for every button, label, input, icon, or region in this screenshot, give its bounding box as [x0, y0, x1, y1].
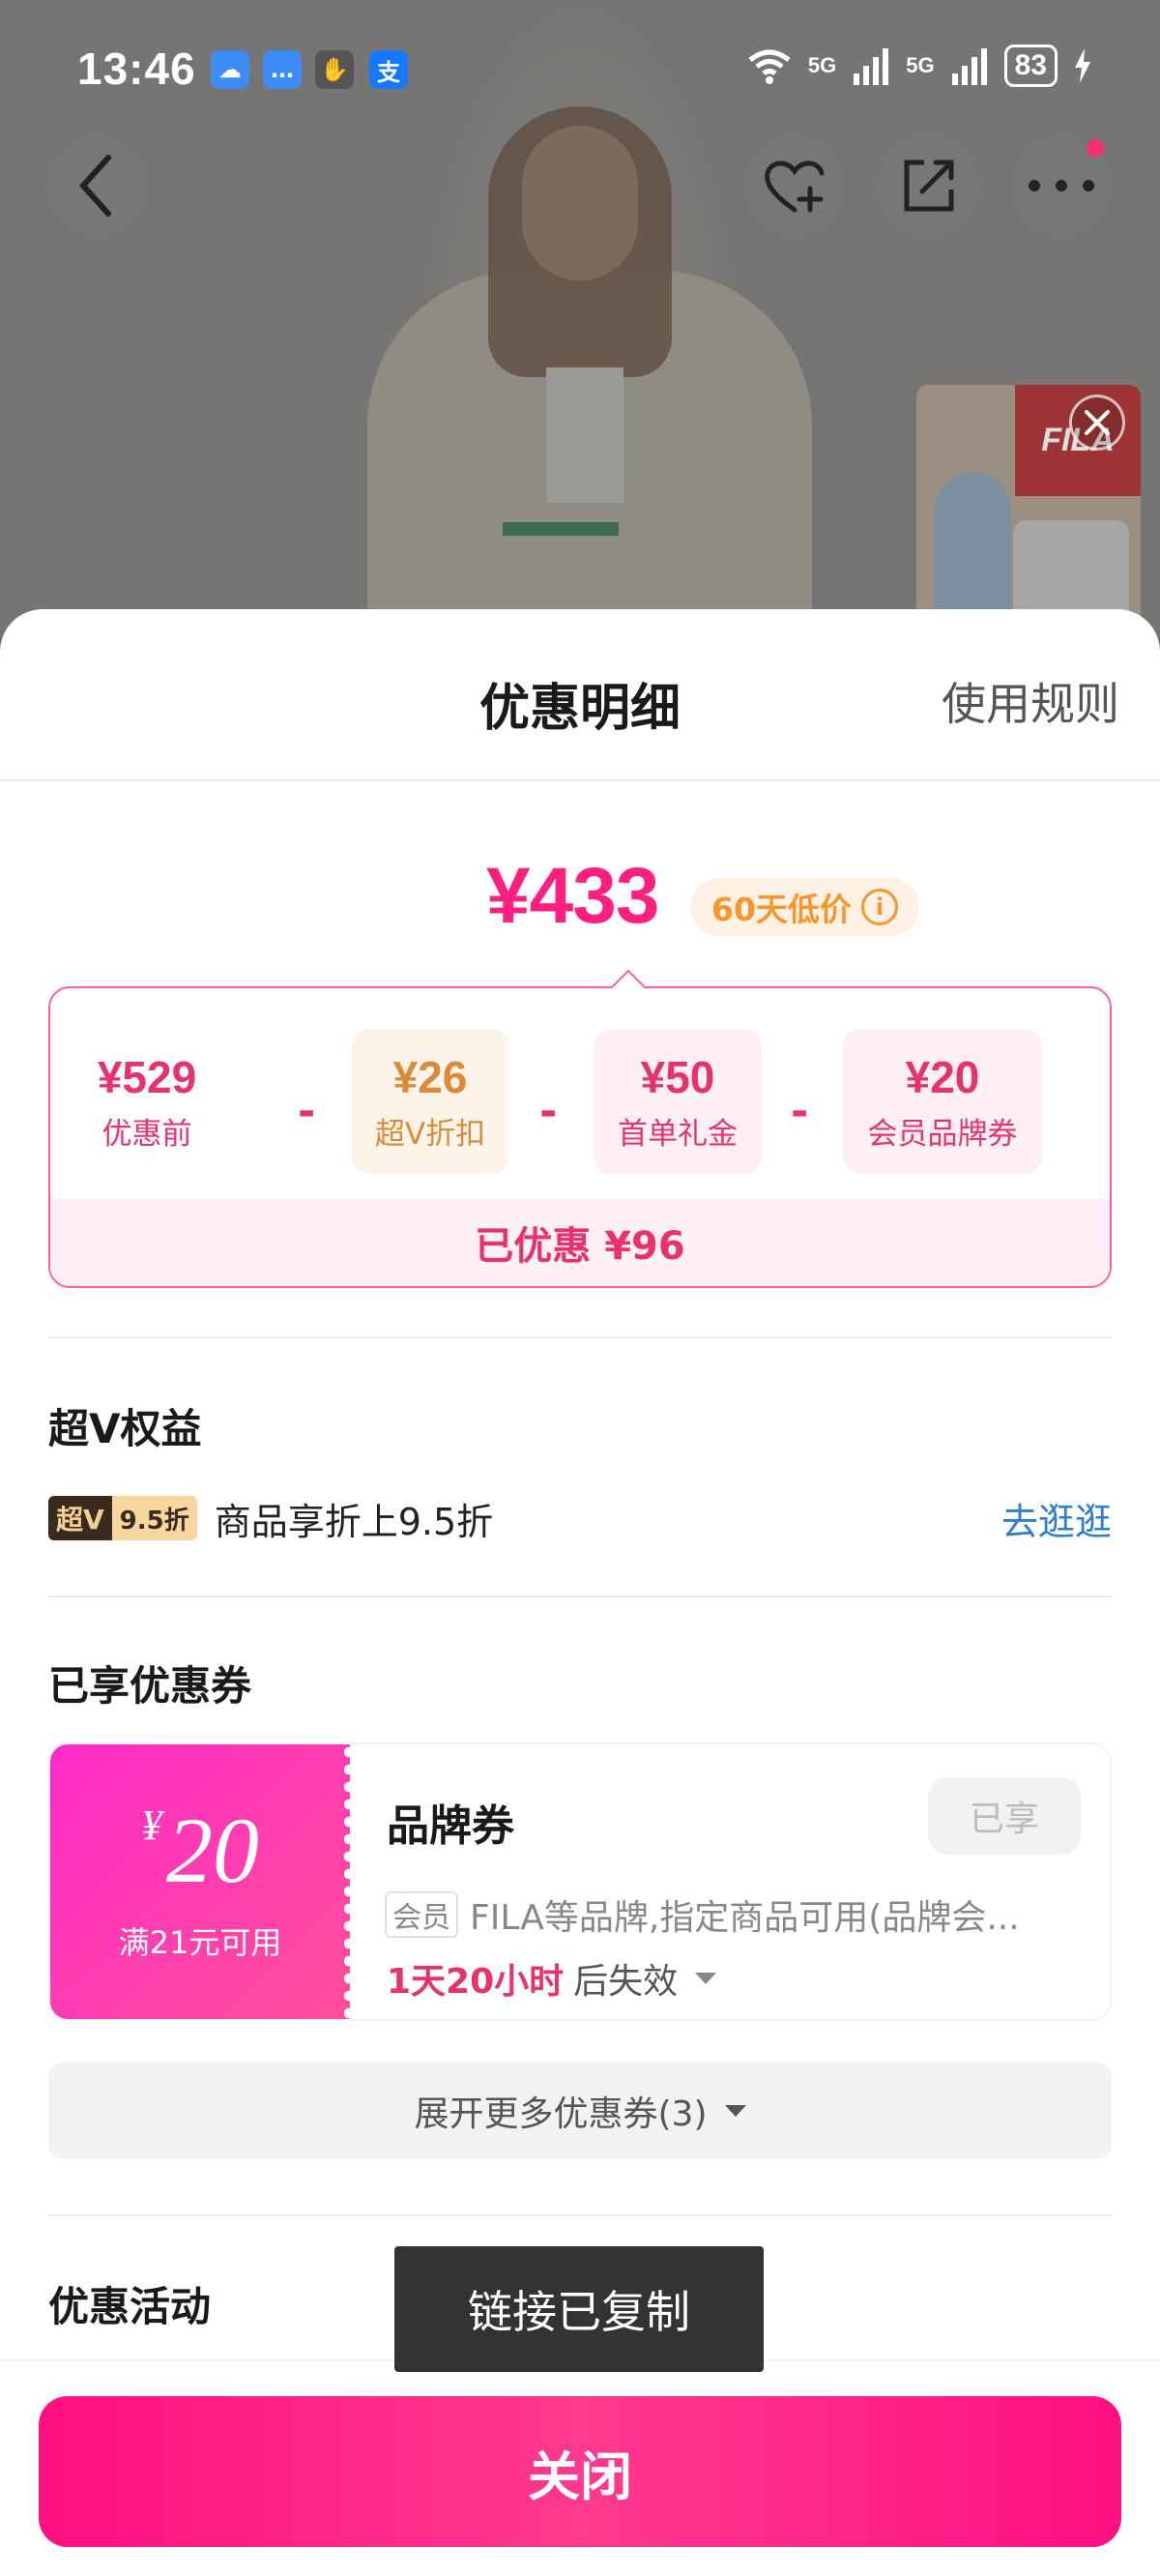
activities-section-title: 优惠活动: [48, 2283, 212, 2330]
superv-badge-discount: 9.5折: [111, 1496, 197, 1540]
link-copied-toast: 链接已复制: [394, 2246, 764, 2372]
coupon-description-row: 会员 FILA等品牌,指定商品可用(品牌会...: [385, 1889, 1090, 1940]
close-button[interactable]: 关闭: [39, 2396, 1121, 2547]
more-dots-icon: [1029, 180, 1094, 191]
section-divider: [48, 1595, 1112, 1597]
minus-sign: -: [539, 1087, 558, 1136]
coupon-value-panel: ¥20 满21元可用: [50, 1744, 354, 2019]
breakdown-value: ¥50: [640, 1051, 715, 1102]
coupon-amount-value: 20: [166, 1799, 259, 1902]
model-belt: [503, 522, 619, 536]
minus-sign: -: [791, 1087, 809, 1136]
section-divider: [48, 2214, 1112, 2216]
info-icon: i: [860, 889, 898, 925]
superv-badge: 超V 9.5折: [48, 1496, 197, 1540]
notification-dot: [1087, 139, 1104, 157]
promo-card[interactable]: FILA: [916, 385, 1141, 638]
low-price-badge[interactable]: 60天低价 i: [690, 878, 919, 936]
promo-close-button[interactable]: [1069, 395, 1125, 451]
battery-level: 83: [1003, 44, 1058, 87]
back-button[interactable]: [46, 135, 147, 236]
superv-badge-label: 超V: [48, 1496, 112, 1540]
hand-app-icon: ✋: [315, 50, 354, 89]
more-button[interactable]: [1011, 135, 1112, 236]
expand-more-coupons-button[interactable]: 展开更多优惠券(3): [48, 2063, 1112, 2159]
favorite-button[interactable]: [744, 135, 845, 236]
sheet-header: 优惠明细 使用规则: [0, 609, 1160, 781]
status-right: 5G 5G 83: [746, 44, 1092, 87]
heart-plus-icon: [765, 161, 825, 213]
coupon-title: 品牌券: [387, 1801, 514, 1851]
chevron-down-icon: [695, 1973, 717, 1984]
signal-1-label: 5G: [807, 53, 837, 77]
breakdown-label: 优惠前: [102, 1116, 192, 1152]
breakdown-label: 超V折扣: [374, 1116, 486, 1152]
price-breakdown: ¥529 优惠前 - ¥26 超V折扣 - ¥50 首单礼金 - ¥20 会员品…: [48, 969, 1114, 1288]
breakdown-label: 首单礼金: [618, 1116, 738, 1152]
share-icon: [904, 160, 954, 212]
model-head: [522, 126, 638, 280]
signal-bars-icon: [854, 48, 889, 85]
cloud-app-icon: ☁: [211, 50, 249, 89]
wifi-icon: [748, 49, 791, 84]
superv-browse-link[interactable]: 去逛逛: [1001, 1492, 1112, 1545]
breakdown-item-original: ¥529 优惠前: [77, 1029, 217, 1174]
breakdown-label: 会员品牌券: [867, 1116, 1018, 1152]
coupon-currency: ¥: [141, 1801, 162, 1849]
section-divider: [48, 1336, 1112, 1338]
expand-more-label: 展开更多优惠券(3): [414, 2094, 708, 2134]
superv-section-title: 超V权益: [48, 1405, 202, 1452]
minus-sign: -: [298, 1087, 316, 1136]
breakdown-pointer: [610, 969, 647, 1006]
chevron-down-icon: [724, 2105, 746, 2117]
coupon-amount: ¥20: [141, 1804, 259, 1897]
product-page-backdrop: 13:46 ☁ … ✋ 支 5G 5G 83 FILA: [0, 0, 1160, 638]
rules-link[interactable]: 使用规则: [942, 669, 1119, 733]
model-top: [546, 367, 624, 503]
coupons-section-title: 已享优惠券: [48, 1662, 252, 1710]
total-saved: 已优惠 ¥96: [50, 1199, 1110, 1286]
signal-2-label: 5G: [906, 53, 935, 77]
coupon-expiry-suffix: 后失效: [573, 1962, 679, 2002]
status-bar: 13:46 ☁ … ✋ 支 5G 5G 83: [0, 0, 1160, 139]
low-price-label: 60天低价: [711, 891, 852, 928]
superv-benefit-row: 超V 9.5折 商品享折上9.5折 去逛逛: [48, 1489, 1112, 1547]
status-time: 13:46: [77, 44, 196, 94]
coupon-expiry-time: 1天20小时: [387, 1962, 565, 2002]
final-price: ¥433: [486, 852, 659, 940]
coupon-applied-badge: 已享: [928, 1777, 1081, 1855]
breakdown-value: ¥529: [97, 1051, 197, 1102]
coupon-description: FILA等品牌,指定商品可用(品牌会...: [470, 1898, 1020, 1938]
close-icon: [1085, 410, 1110, 435]
breakdown-value: ¥20: [905, 1051, 980, 1102]
brand-coupon-card[interactable]: ¥20 满21元可用 品牌券 已享 会员 FILA等品牌,指定商品可用(品牌会.…: [48, 1742, 1112, 2021]
message-app-icon: …: [263, 50, 302, 89]
breakdown-item-brand-coupon: ¥20 会员品牌券: [843, 1029, 1042, 1174]
member-tag: 会员: [385, 1891, 458, 1938]
sheet-footer: 关闭: [0, 2359, 1160, 2576]
breakdown-item-first-order: ¥50 首单礼金: [594, 1029, 762, 1174]
breakdown-items: ¥529 优惠前 - ¥26 超V折扣 - ¥50 首单礼金 - ¥20 会员品…: [50, 1029, 1114, 1174]
back-arrow-icon: [78, 155, 111, 217]
price-row: ¥433 60天低价 i: [0, 851, 1160, 948]
coupon-expiry[interactable]: 1天20小时 后失效: [387, 1953, 717, 2004]
signal-bars-icon: [951, 48, 987, 85]
coupon-condition: 满21元可用: [118, 1924, 282, 1961]
charging-icon: [1075, 48, 1090, 83]
share-button[interactable]: [878, 135, 978, 236]
superv-benefit-text: 商品享折上9.5折: [214, 1500, 494, 1543]
breakdown-item-superv: ¥26 超V折扣: [352, 1029, 508, 1174]
alipay-app-icon: 支: [369, 50, 408, 89]
breakdown-value: ¥26: [392, 1051, 468, 1102]
